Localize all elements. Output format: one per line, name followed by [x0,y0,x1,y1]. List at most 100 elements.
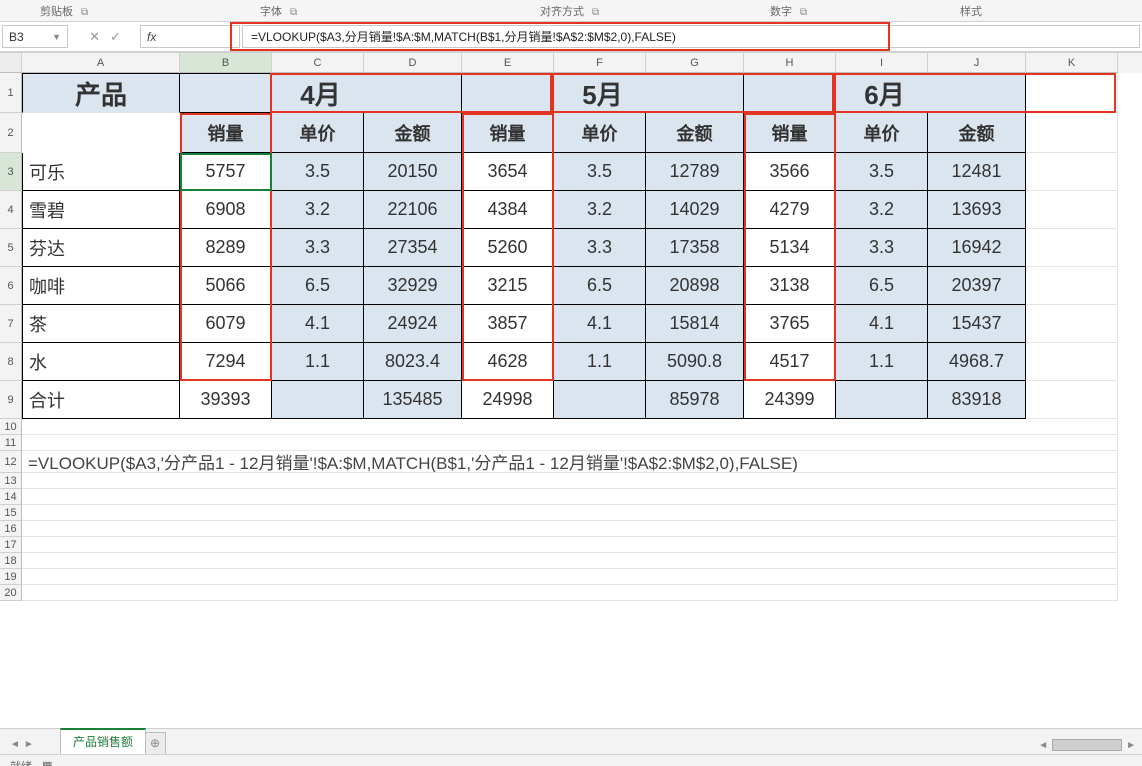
cell-B5[interactable]: 8289 [180,229,272,267]
col-header-I[interactable]: I [836,53,928,73]
sheet-tab-monthly[interactable]: 分月销量 [60,729,134,754]
cell-F2[interactable]: 单价 [554,113,646,153]
dialog-launcher-icon[interactable]: ⧉ [800,7,807,18]
cell-A6[interactable]: 咖啡 [22,267,180,305]
horizontal-scrollbar[interactable]: ◄ ► [1038,739,1136,751]
row-header-5[interactable]: 5 [0,229,22,267]
worksheet[interactable]: A B C D E F G H I J K 1 产品 4月 5月 6月 2 销量… [0,52,1142,728]
cell-D3[interactable]: 20150 [364,153,462,191]
row-header-13[interactable]: 13 [0,473,22,489]
row-header-9[interactable]: 9 [0,381,22,419]
cell-B7[interactable]: 6079 [180,305,272,343]
cell-D5[interactable]: 27354 [364,229,462,267]
cell-H8[interactable]: 4517 [744,343,836,381]
cell-D8[interactable]: 8023.4 [364,343,462,381]
col-header-G[interactable]: G [646,53,744,73]
cell-row14[interactable] [22,489,1118,505]
cell-row19[interactable] [22,569,1118,585]
cell-J7[interactable]: 15437 [928,305,1026,343]
dialog-launcher-icon[interactable]: ⧉ [592,7,599,18]
row-header-3[interactable]: 3 [0,153,22,191]
cell-I3[interactable]: 3.5 [836,153,928,191]
col-header-J[interactable]: J [928,53,1026,73]
cell-C6[interactable]: 6.5 [272,267,364,305]
row-header-14[interactable]: 14 [0,489,22,505]
cell-I5[interactable]: 3.3 [836,229,928,267]
cell-K9[interactable] [1026,381,1118,419]
tab-nav-prev-icon[interactable]: ◄ [10,739,20,750]
cell-A12-formula-note[interactable]: =VLOOKUP($A3,'分产品1 - 12月销量'!$A:$M,MATCH(… [22,451,1118,473]
cell-H4[interactable]: 4279 [744,191,836,229]
cell-C3[interactable]: 3.5 [272,153,364,191]
row-header-20[interactable]: 20 [0,585,22,601]
cell-G7[interactable]: 15814 [646,305,744,343]
cell-E2[interactable]: 销量 [462,113,554,153]
macro-record-icon[interactable]: ▦ [42,759,52,766]
cell-F6[interactable]: 6.5 [554,267,646,305]
cell-H5[interactable]: 5134 [744,229,836,267]
cell-row13[interactable] [22,473,1118,489]
cell-E6[interactable]: 3215 [462,267,554,305]
col-header-D[interactable]: D [364,53,462,73]
cell-A4[interactable]: 雪碧 [22,191,180,229]
dialog-launcher-icon[interactable]: ⧉ [81,7,88,18]
cell-B9[interactable]: 39393 [180,381,272,419]
cell-row16[interactable] [22,521,1118,537]
cell-K6[interactable] [1026,267,1118,305]
cell-I6[interactable]: 6.5 [836,267,928,305]
cell-C2[interactable]: 单价 [272,113,364,153]
row-header-15[interactable]: 15 [0,505,22,521]
col-header-K[interactable]: K [1026,53,1118,73]
cancel-icon[interactable]: ✕ [89,29,100,45]
col-header-H[interactable]: H [744,53,836,73]
tab-nav-next-icon[interactable]: ► [24,739,34,750]
cell-B2[interactable]: 销量 [180,113,272,153]
cell-F4[interactable]: 3.2 [554,191,646,229]
chevron-down-icon[interactable]: ▼ [52,32,61,42]
cell-I8[interactable]: 1.1 [836,343,928,381]
cell-C8[interactable]: 1.1 [272,343,364,381]
cell-D2[interactable]: 金额 [364,113,462,153]
cell-K3[interactable] [1026,153,1118,191]
cell-D6[interactable]: 32929 [364,267,462,305]
cell-F5[interactable]: 3.3 [554,229,646,267]
cell-row15[interactable] [22,505,1118,521]
cell-F3[interactable]: 3.5 [554,153,646,191]
cell-G6[interactable]: 20898 [646,267,744,305]
formula-bar[interactable]: =VLOOKUP($A3,分月销量!$A:$M,MATCH(B$1,分月销量!$… [242,25,1140,48]
col-header-F[interactable]: F [554,53,646,73]
row-header-10[interactable]: 10 [0,419,22,435]
column-headers[interactable]: A B C D E F G H I J K [0,53,1142,73]
cell-J3[interactable]: 12481 [928,153,1026,191]
row-header-1[interactable]: 1 [0,73,22,113]
col-header-A[interactable]: A [22,53,180,73]
cell-E5[interactable]: 5260 [462,229,554,267]
cell-G9[interactable]: 85978 [646,381,744,419]
cell-G8[interactable]: 5090.8 [646,343,744,381]
cell-E8[interactable]: 4628 [462,343,554,381]
col-header-C[interactable]: C [272,53,364,73]
cell-G2[interactable]: 金额 [646,113,744,153]
name-box[interactable]: B3 ▼ [2,25,68,48]
cell-I7[interactable]: 4.1 [836,305,928,343]
cell-K2[interactable] [1026,113,1118,153]
row-header-8[interactable]: 8 [0,343,22,381]
cell-B8[interactable]: 7294 [180,343,272,381]
cell-E9[interactable]: 24998 [462,381,554,419]
cell-month-apr[interactable]: 4月 [180,73,462,113]
cell-K7[interactable] [1026,305,1118,343]
row-header-18[interactable]: 18 [0,553,22,569]
cell-J9[interactable]: 83918 [928,381,1026,419]
cell-row20[interactable] [22,585,1118,601]
row-header-12[interactable]: 12 [0,451,22,473]
cell-H3[interactable]: 3566 [744,153,836,191]
cell-C7[interactable]: 4.1 [272,305,364,343]
scroll-thumb[interactable] [1052,739,1122,751]
cell-I9[interactable] [836,381,928,419]
row-header-2[interactable]: 2 [0,113,22,153]
row-header-17[interactable]: 17 [0,537,22,553]
cell-A1-product-corner[interactable]: 产品 [22,73,180,113]
cell-A9[interactable]: 合计 [22,381,180,419]
cell-I4[interactable]: 3.2 [836,191,928,229]
row-header-7[interactable]: 7 [0,305,22,343]
